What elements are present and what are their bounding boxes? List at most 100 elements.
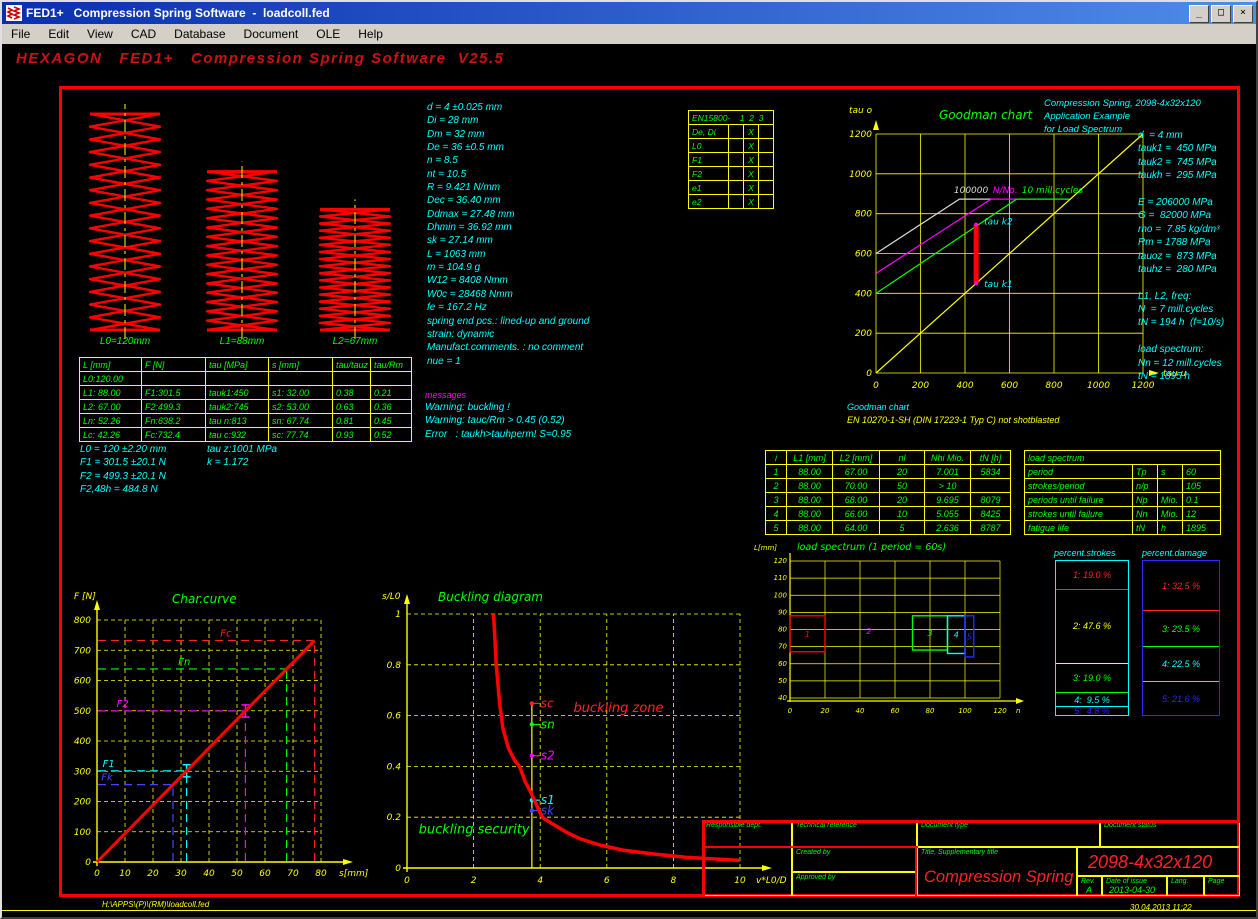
table-cell: Nhi Mio.: [925, 451, 971, 465]
titleblock-red-border: [915, 847, 917, 896]
titleblock-cell: Created by: [792, 847, 917, 872]
percent-segment: 3: 19.0 %: [1056, 664, 1128, 693]
table-cell: Tp: [1133, 465, 1158, 479]
svg-text:40: 40: [203, 869, 215, 879]
menu-cad[interactable]: CAD: [122, 25, 165, 43]
table-cell: F1:301.5: [142, 386, 206, 400]
svg-text:tau o: tau o: [849, 106, 873, 116]
table-cell: L2 [mm]: [833, 451, 880, 465]
messages-title: messages: [425, 390, 466, 400]
material-line: Rm = 1788 MPa: [1138, 237, 1224, 250]
svg-text:400: 400: [74, 737, 91, 747]
table-cell: [371, 372, 412, 386]
issue-date-cell: Date of issue2013-04-30: [1102, 876, 1167, 896]
issue-date-value: 2013-04-30: [1109, 885, 1155, 895]
table-cell: [759, 153, 774, 167]
table-cell: L1 [mm]: [787, 451, 833, 465]
titleblock-cell: [702, 847, 792, 896]
table-cell: load spectrum: [1025, 451, 1221, 465]
table-cell: 67.00: [833, 465, 880, 479]
titleblock-red-border: [702, 820, 1240, 823]
percent-segment-label: 4: 9.5 %: [1074, 695, 1110, 705]
table-cell: Ln: 52.26: [80, 414, 142, 428]
material-line: tauoz = 873 MPa: [1138, 251, 1224, 264]
svg-text:F2: F2: [117, 699, 129, 710]
svg-text:50: 50: [231, 869, 243, 879]
spring-drawing: [207, 162, 277, 339]
parameter-line: sk = 27.14 mm: [427, 235, 589, 248]
table-cell: 5834: [971, 465, 1011, 479]
material-line: d = 4 mm: [1138, 130, 1224, 143]
menu-help[interactable]: Help: [349, 25, 392, 43]
svg-text:s[mm]: s[mm]: [339, 869, 369, 879]
document-title: Compression Spring: [924, 868, 1073, 887]
table-cell: 0.21: [371, 386, 412, 400]
parameter-line: De = 36 ±0.5 mm: [427, 142, 589, 155]
menu-document[interactable]: Document: [235, 25, 308, 43]
minimize-button[interactable]: _: [1189, 5, 1209, 23]
table-cell: 12: [1183, 507, 1221, 521]
table-cell: [729, 167, 744, 181]
table-cell: F [N]: [142, 358, 206, 372]
svg-text:tau k1: tau k1: [984, 280, 1013, 290]
svg-text:buckling zone: buckling zone: [574, 701, 664, 716]
parameter-line: Dhmin = 36.92 mm: [427, 222, 589, 235]
table-cell: X: [744, 195, 759, 209]
svg-text:60: 60: [259, 869, 271, 879]
spring-parameters: d = 4 ±0.025 mmDi = 28 mmDm = 32 mmDe = …: [427, 102, 589, 369]
table-cell: tau/tauz: [333, 358, 371, 372]
titleblock-cell: Approved by: [792, 872, 917, 896]
svg-text:400: 400: [855, 289, 872, 299]
menu-edit[interactable]: Edit: [39, 25, 78, 43]
menu-view[interactable]: View: [78, 25, 122, 43]
menu-file[interactable]: File: [2, 25, 39, 43]
svg-text:800: 800: [855, 210, 872, 220]
spring-length-label: L1=88mm: [197, 336, 287, 347]
svg-text:200: 200: [855, 329, 872, 339]
table-cell: 0.38: [333, 386, 371, 400]
maximize-button[interactable]: □: [1211, 5, 1231, 23]
table-cell: 8425: [971, 507, 1011, 521]
titleblock-label: Rev.: [1081, 878, 1095, 885]
parameter-line: n = 8.5: [427, 155, 589, 168]
parameter-line: Manufact.comments. : no comment: [427, 342, 589, 355]
parameter-line: nt = 10.5: [427, 169, 589, 182]
material-line: tN = 194 h (f=10/s): [1138, 317, 1224, 330]
svg-text:0.6: 0.6: [387, 712, 402, 722]
material-data: d = 4 mmtauk1 = 450 MPatauk2 = 745 MPata…: [1138, 130, 1224, 384]
messages-list: Warning: buckling !Warning: tauc/Rm > 0.…: [425, 402, 571, 442]
material-line: tN = 1895 h: [1138, 371, 1224, 384]
table-cell: Fc:732.4: [142, 428, 206, 442]
menu-ole[interactable]: OLE: [307, 25, 349, 43]
svg-text:110: 110: [774, 574, 788, 582]
table-cell: L [mm]: [80, 358, 142, 372]
svg-text:80: 80: [315, 869, 327, 879]
table-cell: [729, 125, 744, 139]
app-icon[interactable]: [6, 5, 22, 21]
table-cell: 0.52: [371, 428, 412, 442]
table-cell: 10: [880, 507, 925, 521]
svg-text:F1: F1: [103, 759, 115, 770]
table-cell: tN [h]: [971, 451, 1011, 465]
message-line: Warning: buckling !: [425, 402, 571, 415]
svg-text:1: 1: [805, 630, 810, 639]
table-cell: X: [744, 167, 759, 181]
svg-text:n: n: [1016, 707, 1020, 715]
parameter-line: W12 = 8408 Nmm: [427, 275, 589, 288]
table-cell: tauk2:745: [206, 400, 269, 414]
menu-database[interactable]: Database: [165, 25, 234, 43]
svg-text:0.4: 0.4: [387, 762, 402, 772]
percent-segment-label: 1: 32.5 %: [1162, 581, 1200, 591]
close-button[interactable]: ×: [1233, 5, 1253, 23]
material-line: L1, L2, freq:: [1138, 291, 1224, 304]
parameter-line: Dec = 36.40 mm: [427, 195, 589, 208]
svg-text:30: 30: [175, 869, 187, 879]
table-cell: periods until failure: [1025, 493, 1133, 507]
material-standard-caption: EN 10270-1-SH (DIN 17223-1 Typ C) not sh…: [847, 415, 1059, 425]
table-cell: 5: [880, 521, 925, 535]
table-cell: [759, 125, 774, 139]
file-path-footer: H:\APPS\(P)\(RM)\loadcoll.fed: [102, 900, 209, 909]
svg-text:6: 6: [604, 876, 610, 886]
percent-damage-title: percent.damage: [1142, 548, 1207, 558]
svg-text:4: 4: [537, 876, 543, 886]
